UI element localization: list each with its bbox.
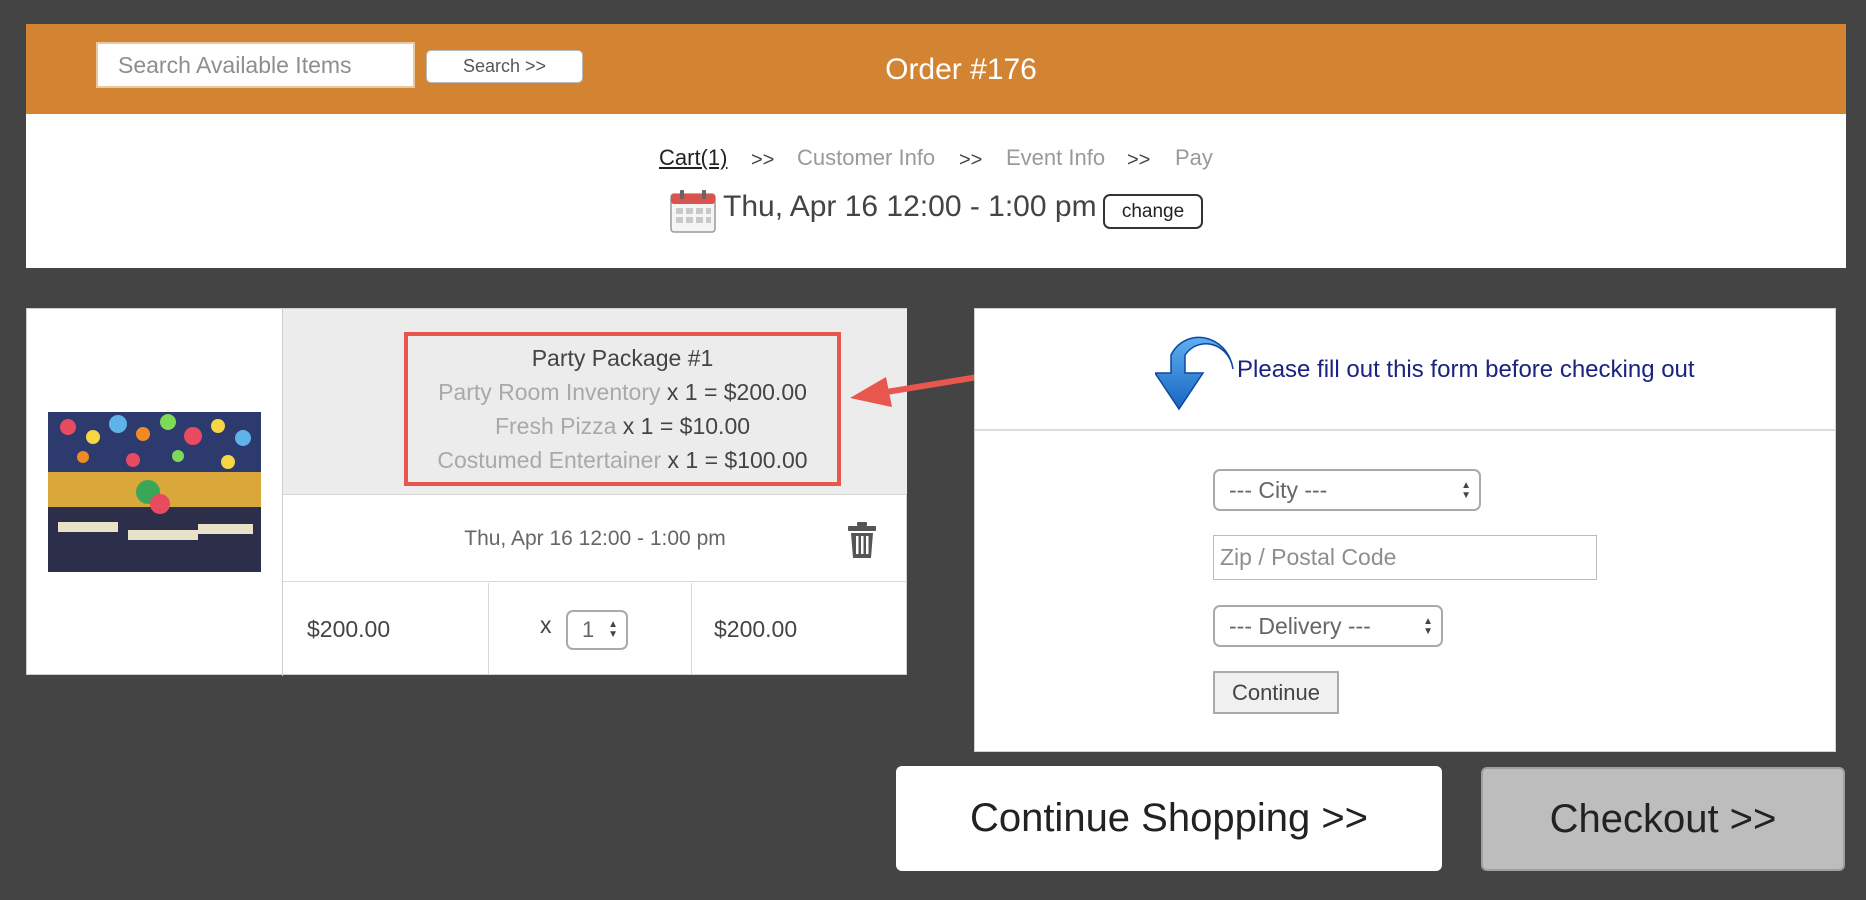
change-datetime-button[interactable]: change (1103, 194, 1203, 229)
party-room-photo (48, 412, 261, 572)
package-details-area: Party Package #1 Party Room Inventory x … (283, 309, 907, 495)
checkout-steps-panel: Cart(1) >> Customer Info >> Event Info >… (26, 114, 1846, 268)
item-date-row: Thu, Apr 16 12:00 - 1:00 pm (283, 496, 907, 582)
form-heading: Please fill out this form before checkin… (1237, 356, 1695, 383)
event-datetime: Thu, Apr 16 12:00 - 1:00 pm (723, 190, 1097, 223)
step-separator: >> (1127, 149, 1151, 171)
step-pay[interactable]: Pay (1175, 145, 1213, 171)
calendar-icon (670, 190, 716, 233)
package-summary-highlight: Party Package #1 Party Room Inventory x … (404, 332, 841, 486)
zip-code-input[interactable] (1213, 535, 1597, 580)
form-continue-button[interactable]: Continue (1213, 671, 1339, 714)
package-line-item: Party Room Inventory x 1 = $200.00 (438, 379, 807, 405)
trash-icon[interactable] (847, 521, 877, 559)
cell-divider (488, 583, 489, 675)
multiply-sign: x (540, 611, 552, 638)
curved-arrow-down-icon (1155, 336, 1234, 411)
cart-item-card: Party Package #1 Party Room Inventory x … (26, 308, 907, 676)
continue-shopping-button[interactable]: Continue Shopping >> (896, 766, 1442, 871)
package-line-item: Costumed Entertainer x 1 = $100.00 (437, 447, 808, 473)
item-date: Thu, Apr 16 12:00 - 1:00 pm (464, 527, 726, 550)
unit-price: $200.00 (307, 615, 391, 642)
checkout-button[interactable]: Checkout >> (1481, 767, 1845, 871)
form-header: Please fill out this form before checkin… (975, 309, 1835, 431)
package-title: Party Package #1 (531, 345, 714, 371)
step-customer-info[interactable]: Customer Info (797, 145, 935, 171)
checkout-form-panel: Please fill out this form before checkin… (974, 308, 1836, 752)
quantity-select[interactable]: 1 ▲ ▼ (566, 610, 628, 650)
line-total: $200.00 (714, 615, 798, 642)
step-cart[interactable]: Cart(1) (659, 145, 727, 171)
cell-divider (691, 583, 692, 675)
header-bar: Search >> Order #176 (26, 24, 1846, 114)
step-event-info[interactable]: Event Info (1006, 145, 1105, 171)
package-line-item: Fresh Pizza x 1 = $10.00 (494, 413, 751, 439)
search-button[interactable]: Search >> (426, 50, 583, 83)
delivery-select[interactable]: --- Delivery --- ▲ ▼ (1213, 605, 1443, 647)
step-separator: >> (959, 149, 983, 171)
city-select[interactable]: --- City --- ▲ ▼ (1213, 469, 1481, 511)
search-input[interactable] (96, 42, 415, 88)
step-separator: >> (751, 149, 775, 171)
price-row: $200.00 x 1 ▲ ▼ $200.00 (283, 583, 907, 675)
order-title: Order #176 (885, 53, 1037, 86)
